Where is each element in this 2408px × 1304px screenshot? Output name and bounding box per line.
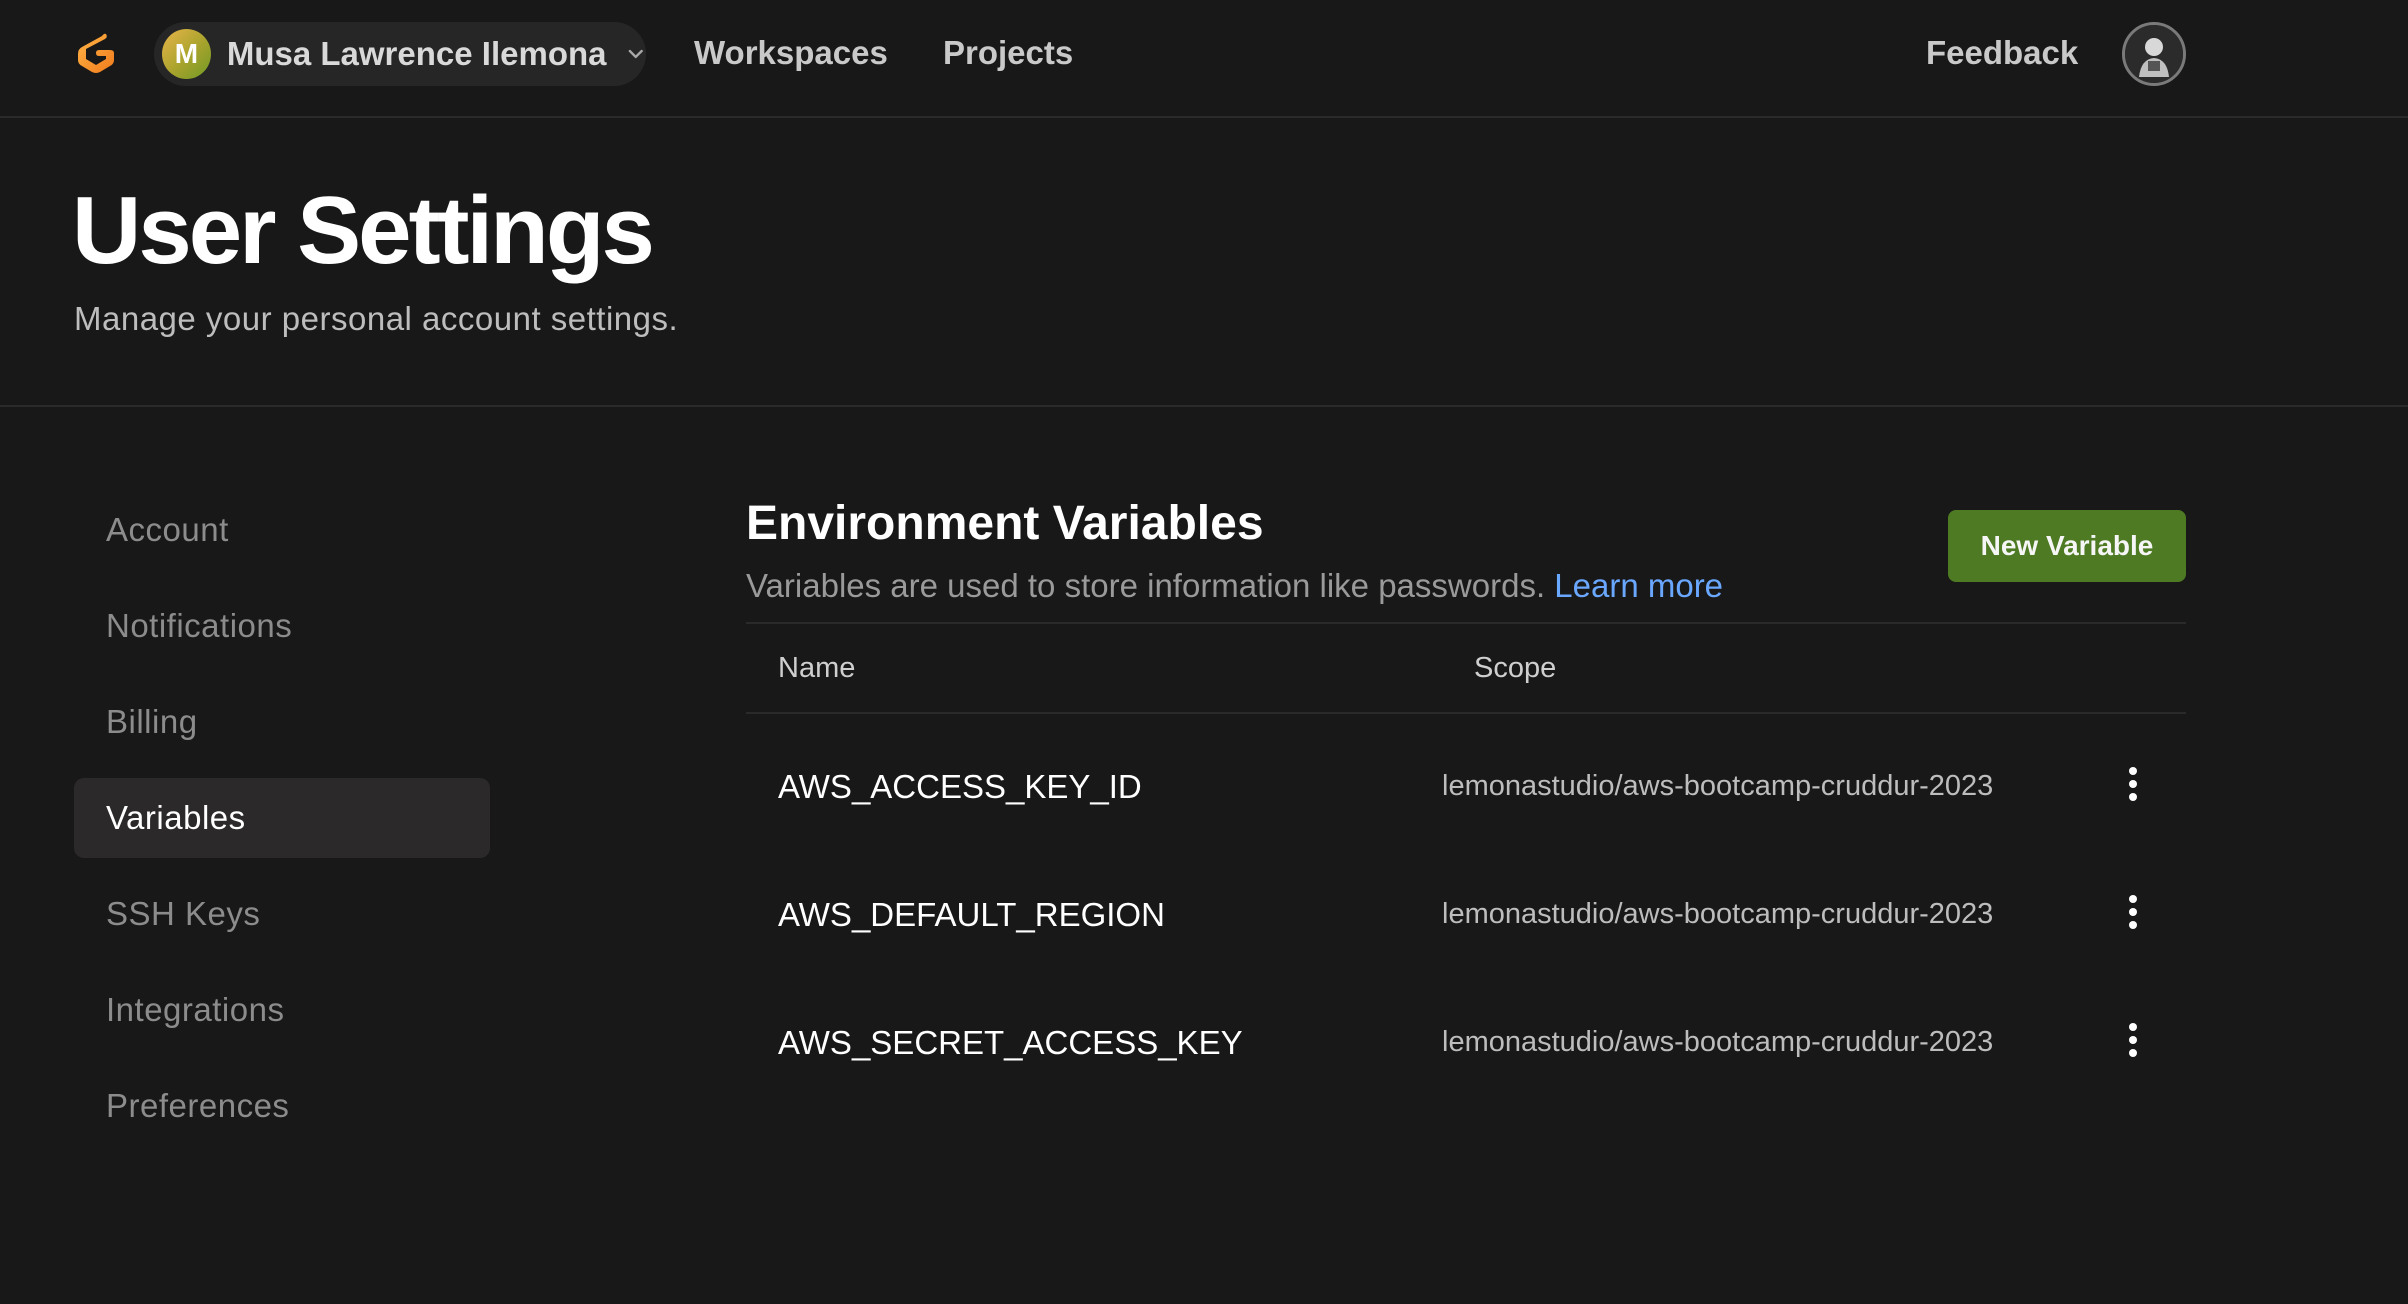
variables-table: Name Scope AWS_ACCESS_KEY_ID lemonastudi… <box>746 622 2186 1098</box>
environment-variables-section: Environment Variables Variables are used… <box>746 490 2186 1061</box>
new-variable-button[interactable]: New Variable <box>1948 510 2186 582</box>
page-title: User Settings <box>72 177 655 284</box>
divider <box>0 405 2408 407</box>
sidebar-item-integrations[interactable]: Integrations <box>74 970 490 1050</box>
more-options-icon[interactable] <box>2116 1016 2150 1064</box>
sidebar-item-ssh-keys[interactable]: SSH Keys <box>74 874 490 954</box>
description-text: Variables are used to store information … <box>746 567 1546 604</box>
table-row: AWS_ACCESS_KEY_ID lemonastudio/aws-bootc… <box>746 714 2186 842</box>
more-options-icon[interactable] <box>2116 888 2150 936</box>
profile-avatar[interactable] <box>2122 22 2186 86</box>
column-header-name: Name <box>778 652 856 684</box>
user-name: Musa Lawrence Ilemona <box>226 35 607 72</box>
gitpod-logo-icon[interactable] <box>72 30 120 78</box>
variable-scope: lemonastudio/aws-bootcamp-cruddur-2023 <box>1442 770 1994 802</box>
sidebar-item-notifications[interactable]: Notifications <box>74 586 490 666</box>
more-options-icon[interactable] <box>2116 760 2150 808</box>
settings-sidebar: Account Notifications Billing Variables … <box>74 490 490 1162</box>
chevron-down-icon <box>628 49 643 59</box>
variable-name: AWS_DEFAULT_REGION <box>778 896 1165 933</box>
variable-scope: lemonastudio/aws-bootcamp-cruddur-2023 <box>1442 1026 1994 1058</box>
nav-projects-link[interactable]: Projects <box>943 34 1073 72</box>
user-switcher[interactable]: M Musa Lawrence Ilemona <box>154 22 646 86</box>
profile-picture-icon <box>2125 25 2183 83</box>
avatar: M <box>162 29 211 79</box>
column-header-scope: Scope <box>1474 652 1557 684</box>
table-row: AWS_SECRET_ACCESS_KEY lemonastudio/aws-b… <box>746 970 2186 1098</box>
sidebar-item-variables[interactable]: Variables <box>74 778 490 858</box>
variable-name: AWS_ACCESS_KEY_ID <box>778 768 1142 805</box>
sidebar-item-preferences[interactable]: Preferences <box>74 1066 490 1146</box>
variable-scope: lemonastudio/aws-bootcamp-cruddur-2023 <box>1442 898 1994 930</box>
variable-name: AWS_SECRET_ACCESS_KEY <box>778 1024 1243 1061</box>
sidebar-item-account[interactable]: Account <box>74 490 490 570</box>
feedback-link[interactable]: Feedback <box>1926 34 2078 72</box>
table-row: AWS_DEFAULT_REGION lemonastudio/aws-boot… <box>746 842 2186 970</box>
learn-more-link[interactable]: Learn more <box>1554 567 1723 604</box>
sidebar-item-billing[interactable]: Billing <box>74 682 490 762</box>
page-subtitle: Manage your personal account settings. <box>74 300 679 337</box>
top-navigation-bar: M Musa Lawrence Ilemona Workspaces Proje… <box>0 0 2408 118</box>
nav-workspaces-link[interactable]: Workspaces <box>694 34 888 72</box>
table-header: Name Scope <box>746 622 2186 714</box>
